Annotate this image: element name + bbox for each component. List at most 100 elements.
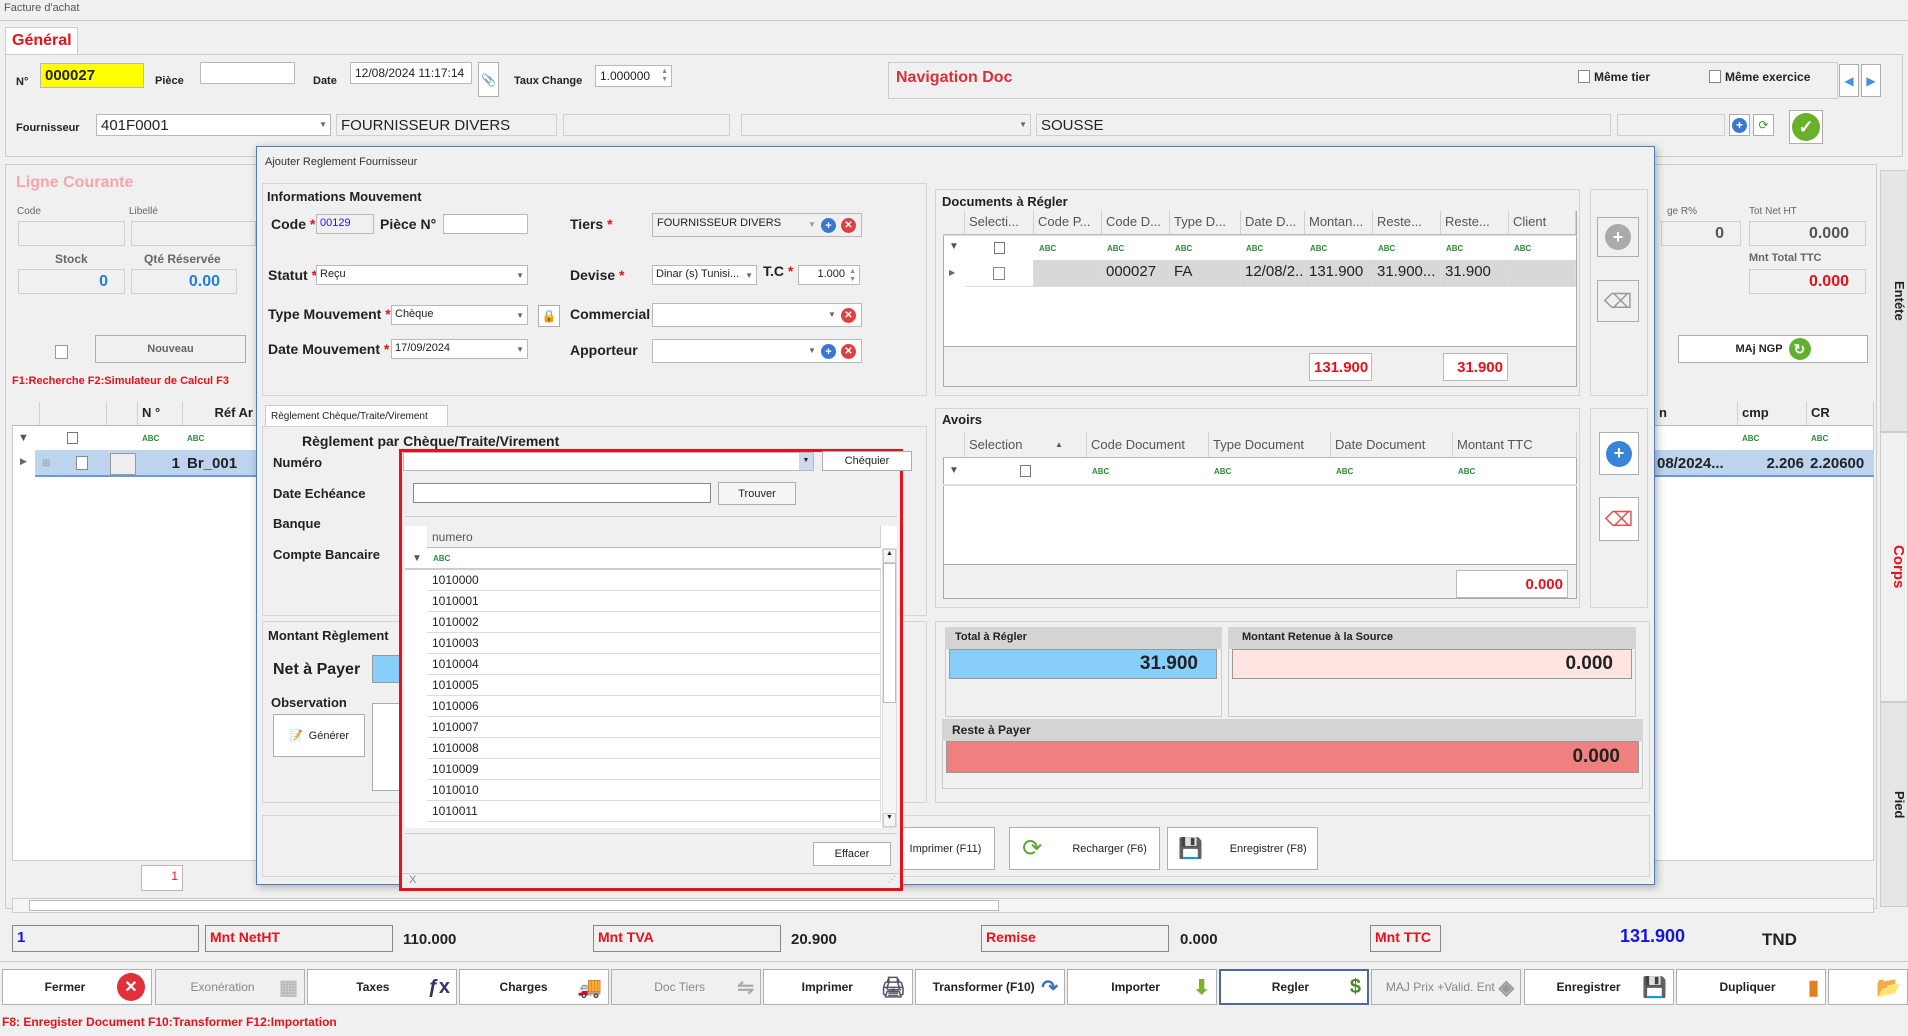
abc-filter-icon[interactable]: ABC	[1514, 244, 1531, 253]
statut-combo[interactable]: Reçu ▼	[316, 265, 528, 285]
bottom-button-fermer[interactable]: Fermer ✕	[2, 969, 152, 1005]
docs-column-header[interactable]: Selecti...	[965, 211, 1034, 235]
validate-button[interactable]: ✓	[1789, 110, 1823, 144]
date-field[interactable]: 12/08/2024 11:17:14	[350, 62, 472, 84]
remove-icon[interactable]: ✕	[841, 344, 856, 359]
avoirs-column-header[interactable]: Code Document	[1087, 432, 1209, 458]
devise-combo[interactable]: Dinar (s) Tunisi... ▼	[652, 265, 757, 285]
abc-filter-icon[interactable]: ABC	[1107, 244, 1124, 253]
numero-list-item[interactable]: 1010009	[427, 759, 881, 780]
sort-ascending-icon[interactable]: ▲	[1055, 440, 1063, 449]
commercial-combo[interactable]: ▼ ✕	[652, 303, 862, 327]
docs-column-header[interactable]: Date D...	[1241, 211, 1305, 235]
grid-header-cr[interactable]: CR	[1807, 402, 1874, 426]
popup-vertical-scrollbar[interactable]: ▲ ▼	[882, 548, 897, 828]
docs-column-header[interactable]: Reste...	[1373, 211, 1441, 235]
abc-filter-icon[interactable]: ABC	[1811, 434, 1828, 443]
avoirs-column-header[interactable]: Date Document	[1331, 432, 1453, 458]
chequier-button[interactable]: Chéquier	[822, 451, 912, 471]
numero-list-item[interactable]: 1010001	[427, 591, 881, 612]
scroll-up-icon[interactable]: ▲	[883, 549, 896, 563]
fournisseur-combo[interactable]: 401F0001 ▼	[96, 114, 331, 136]
numero-list-item[interactable]: 1010004	[427, 654, 881, 675]
remise-field[interactable]: 0	[1661, 221, 1741, 246]
stock-field[interactable]: 0	[18, 269, 125, 294]
numero-list-item[interactable]: 1010000	[427, 570, 881, 591]
date-mouvement-combo[interactable]: 17/09/2024 ▼	[391, 339, 528, 359]
lock-button[interactable]: 🔒	[538, 305, 560, 327]
type-mouvement-combo[interactable]: Chèque ▼	[391, 305, 528, 325]
line-checkbox[interactable]	[55, 345, 68, 359]
chevron-down-icon[interactable]: ▼	[799, 453, 813, 470]
close-popup-icon[interactable]: X	[409, 874, 416, 886]
tab-entete[interactable]: Entéte	[1880, 170, 1908, 432]
bottom-button-taxes[interactable]: Taxes ƒx	[307, 969, 457, 1005]
bottom-button-enregistrer[interactable]: Enregistrer 💾	[1524, 969, 1674, 1005]
apporteur-combo[interactable]: ▼ + ✕	[652, 339, 862, 363]
filter-checkbox[interactable]	[1020, 465, 1031, 477]
numero-combo[interactable]: ▼	[403, 452, 814, 471]
meme-tier-checkbox[interactable]	[1578, 70, 1590, 83]
add-document-button[interactable]: +	[1597, 217, 1639, 257]
tab-general[interactable]: Général	[5, 27, 78, 55]
abc-filter-icon[interactable]: ABC	[187, 434, 204, 443]
retenue-field[interactable]: 0.000	[1232, 649, 1632, 679]
clear-avoirs-button[interactable]: ⌫	[1599, 497, 1639, 541]
abc-filter-icon[interactable]: ABC	[1246, 244, 1263, 253]
numero-list-item[interactable]: 1010010	[427, 780, 881, 801]
code-field[interactable]	[18, 221, 125, 246]
bottom-button-regler[interactable]: Regler $	[1219, 969, 1369, 1005]
row-checkbox[interactable]	[76, 456, 88, 470]
bottom-button-importer[interactable]: Importer ⬇	[1067, 969, 1217, 1005]
bottom-button-charges[interactable]: Charges 🚚	[459, 969, 609, 1005]
total-regler-field[interactable]: 31.900	[949, 649, 1217, 679]
abc-filter-icon[interactable]: ABC	[1039, 244, 1056, 253]
qte-field[interactable]: 0.00	[131, 269, 237, 294]
refresh-button[interactable]: ⟳	[1753, 114, 1774, 136]
piece-field[interactable]	[443, 214, 528, 234]
abc-filter-icon[interactable]: ABC	[1214, 467, 1231, 476]
num-field[interactable]: 000027	[40, 63, 144, 88]
previous-doc-button[interactable]: ◀	[1839, 64, 1859, 97]
abc-filter-icon[interactable]: ABC	[1458, 467, 1475, 476]
scroll-down-icon[interactable]: ▼	[883, 813, 896, 827]
plus-icon[interactable]: +	[821, 344, 836, 359]
numero-list-item[interactable]: 1010005	[427, 675, 881, 696]
docs-column-header[interactable]: Client	[1509, 211, 1576, 235]
remove-icon[interactable]: ✕	[841, 218, 856, 233]
docs-column-header[interactable]: Type D...	[1170, 211, 1241, 235]
bottom-button-doc-tiers[interactable]: Doc Tiers ⇋	[611, 969, 761, 1005]
tiers-combo[interactable]: FOURNISSEUR DIVERS ▼ + ✕	[652, 213, 862, 237]
filter-icon[interactable]: ▼	[949, 241, 959, 252]
spin-icon[interactable]: ▲ ▼	[849, 268, 856, 284]
avoirs-column-header[interactable]: Type Document	[1209, 432, 1331, 458]
filter-checkbox[interactable]	[994, 242, 1005, 254]
enregistrer-dialog-button[interactable]: 💾 Enregistrer (F8)	[1167, 827, 1318, 870]
filter-checkbox[interactable]	[67, 432, 78, 444]
tab-corps[interactable]: Corps	[1880, 432, 1908, 702]
bottom-button-maj-prix-valid-ent[interactable]: MAJ Prix +Valid. Ent ◈	[1371, 969, 1521, 1005]
taux-field[interactable]: 1.000000 ▲ ▼	[595, 65, 672, 87]
effacer-button[interactable]: Effacer	[813, 842, 891, 866]
bottom-button-dupliquer[interactable]: Dupliquer ▮	[1676, 969, 1826, 1005]
resize-grip-icon[interactable]: ⋰	[888, 875, 896, 884]
filter-icon[interactable]: ▼	[412, 553, 422, 564]
tc-field[interactable]: 1.000 ▲ ▼	[798, 265, 860, 285]
docs-column-header[interactable]: Code P...	[1034, 211, 1102, 235]
code-field[interactable]: 00129	[316, 214, 374, 234]
grid-header-ref[interactable]: Réf Ar	[183, 402, 258, 426]
generer-button[interactable]: 📝 Générer	[273, 714, 365, 757]
clear-documents-button[interactable]: ⌫	[1597, 280, 1639, 322]
numero-list-item[interactable]: 1010006	[427, 696, 881, 717]
avoirs-column-header[interactable]: Montant TTC	[1453, 432, 1577, 458]
abc-filter-icon[interactable]: ABC	[433, 554, 450, 563]
numero-column-header[interactable]: numero	[427, 526, 881, 548]
grid-header-cmp[interactable]: cmp	[1738, 402, 1807, 426]
numero-list-item[interactable]: 1010007	[427, 717, 881, 738]
abc-filter-icon[interactable]: ABC	[1310, 244, 1327, 253]
bottom-button-transformer-f10-[interactable]: Transformer (F10) ↷	[915, 969, 1065, 1005]
row-select-checkbox[interactable]	[993, 267, 1005, 280]
tab-pied[interactable]: Pied	[1880, 702, 1908, 907]
scrollbar-thumb[interactable]	[883, 563, 896, 703]
expand-icon[interactable]: ⊞	[42, 458, 50, 469]
